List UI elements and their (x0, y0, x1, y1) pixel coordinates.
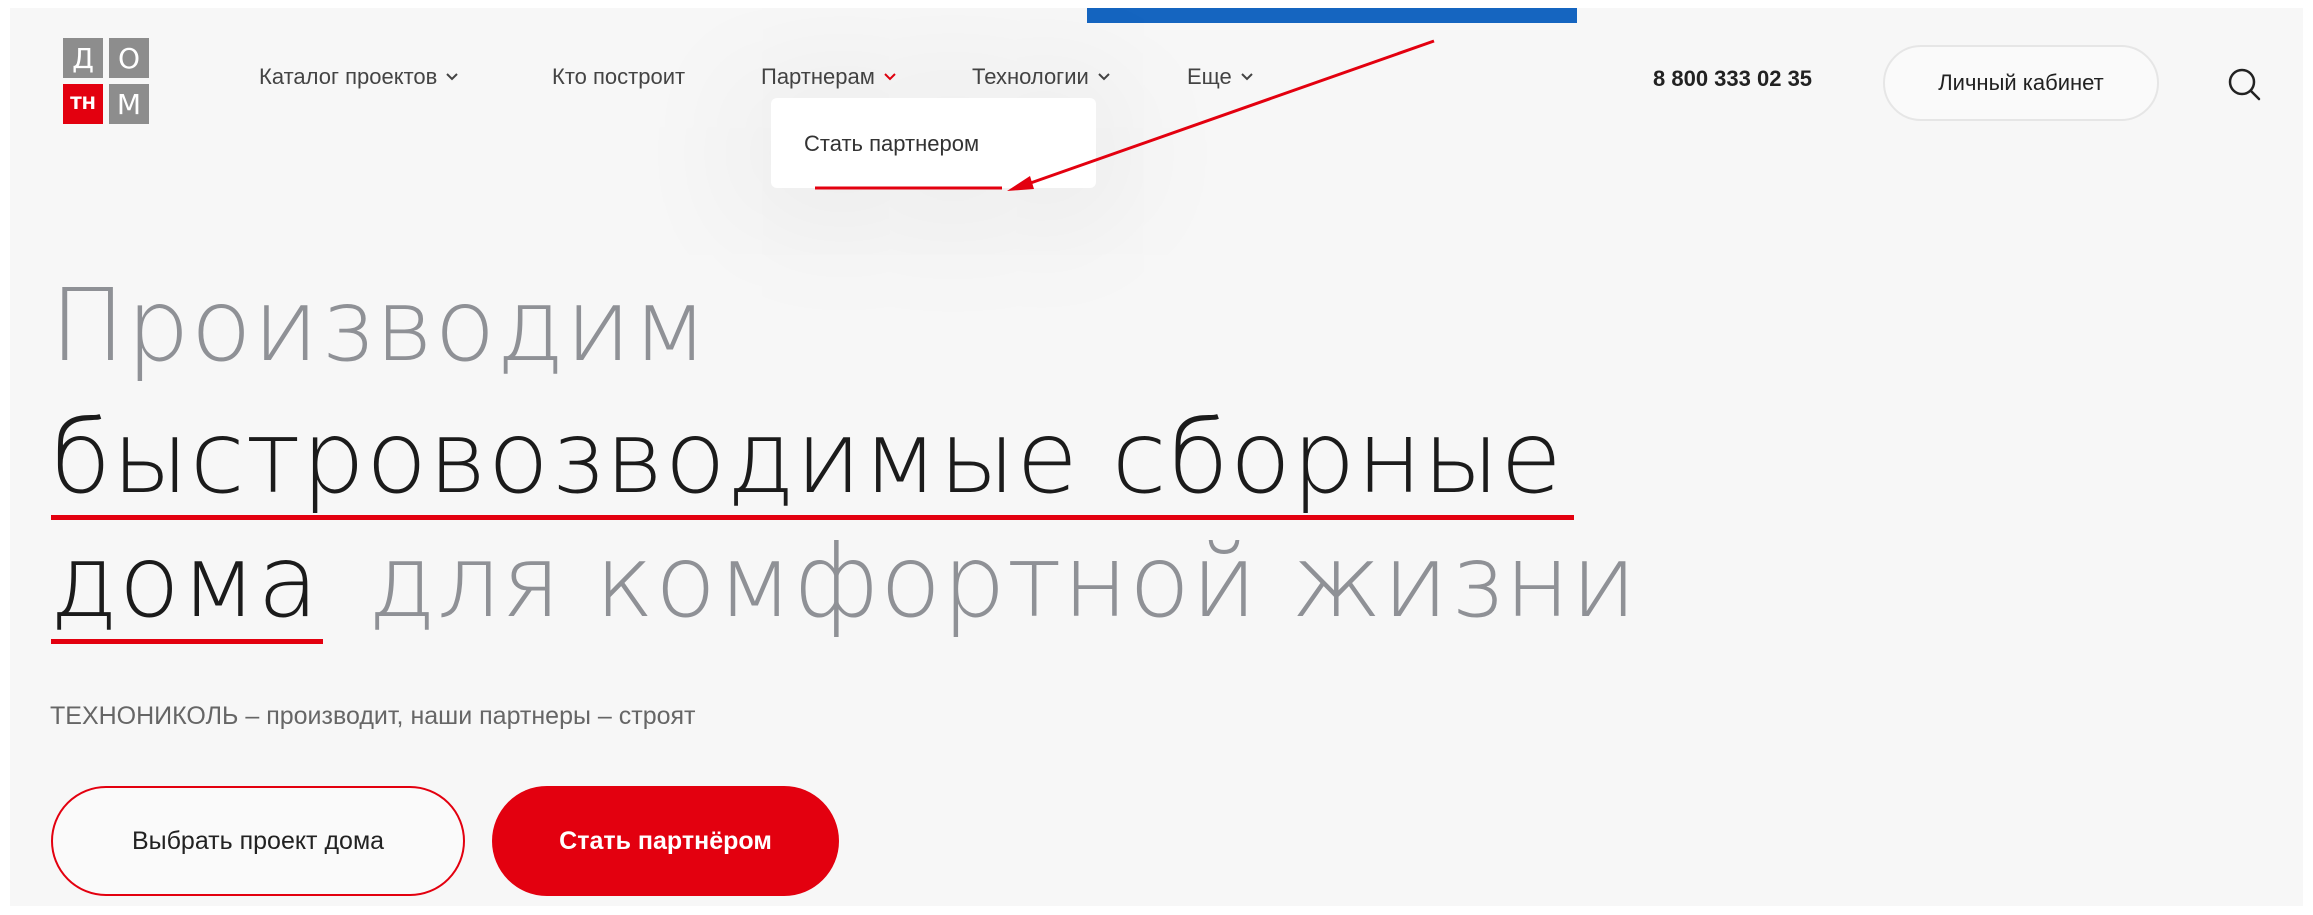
highlight-box (1087, 8, 1577, 23)
hero-title-line-1: Производим (50, 267, 709, 384)
chevron-down-icon (446, 73, 459, 81)
partners-dropdown: Стать партнером (771, 98, 1096, 188)
nav-item-label: Технологии (972, 64, 1089, 89)
choose-project-button[interactable]: Выбрать проект дома (51, 786, 465, 896)
logo-cell: Д (63, 38, 103, 78)
nav-item-builders[interactable]: Кто построит (552, 64, 685, 90)
nav-item-label: Каталог проектов (259, 64, 438, 89)
phone-link[interactable]: 8 800 333 02 35 (1653, 66, 1812, 92)
chevron-down-icon (1241, 73, 1253, 81)
page: Д О ТН М Каталог проектов Кто построит П… (10, 8, 2303, 906)
account-button[interactable]: Личный кабинет (1883, 45, 2159, 121)
nav-item-label: Партнерам (761, 64, 875, 89)
logo-cell: О (109, 38, 149, 78)
nav-item-catalog[interactable]: Каталог проектов (259, 64, 459, 90)
hero-title-line-3-highlight: дома (50, 523, 320, 640)
logo[interactable]: Д О ТН М (63, 38, 155, 130)
search-icon[interactable] (2224, 64, 2264, 104)
chevron-down-icon (1098, 73, 1110, 81)
hero-title-line-2: быстровозводимые сборные (50, 399, 1563, 516)
logo-cell-tn: ТН (63, 84, 103, 124)
chevron-down-icon (884, 73, 896, 81)
nav-item-label: Кто построит (552, 64, 686, 89)
nav-item-technologies[interactable]: Технологии (972, 64, 1111, 90)
nav-item-label: Еще (1187, 64, 1232, 89)
logo-cell: М (109, 84, 149, 124)
nav-item-more[interactable]: Еще (1187, 64, 1254, 90)
nav-item-partners[interactable]: Партнерам (761, 64, 897, 90)
hero-underline (51, 515, 1574, 520)
hero-underline (51, 639, 323, 644)
hero-title-line-3-rest: для комфортной жизни (368, 523, 1638, 640)
dropdown-item-become-partner[interactable]: Стать партнером (804, 131, 979, 157)
hero-subtitle: ТЕХНОНИКОЛЬ – производит, наши партнеры … (50, 702, 696, 730)
become-partner-button[interactable]: Стать партнёром (492, 786, 839, 896)
